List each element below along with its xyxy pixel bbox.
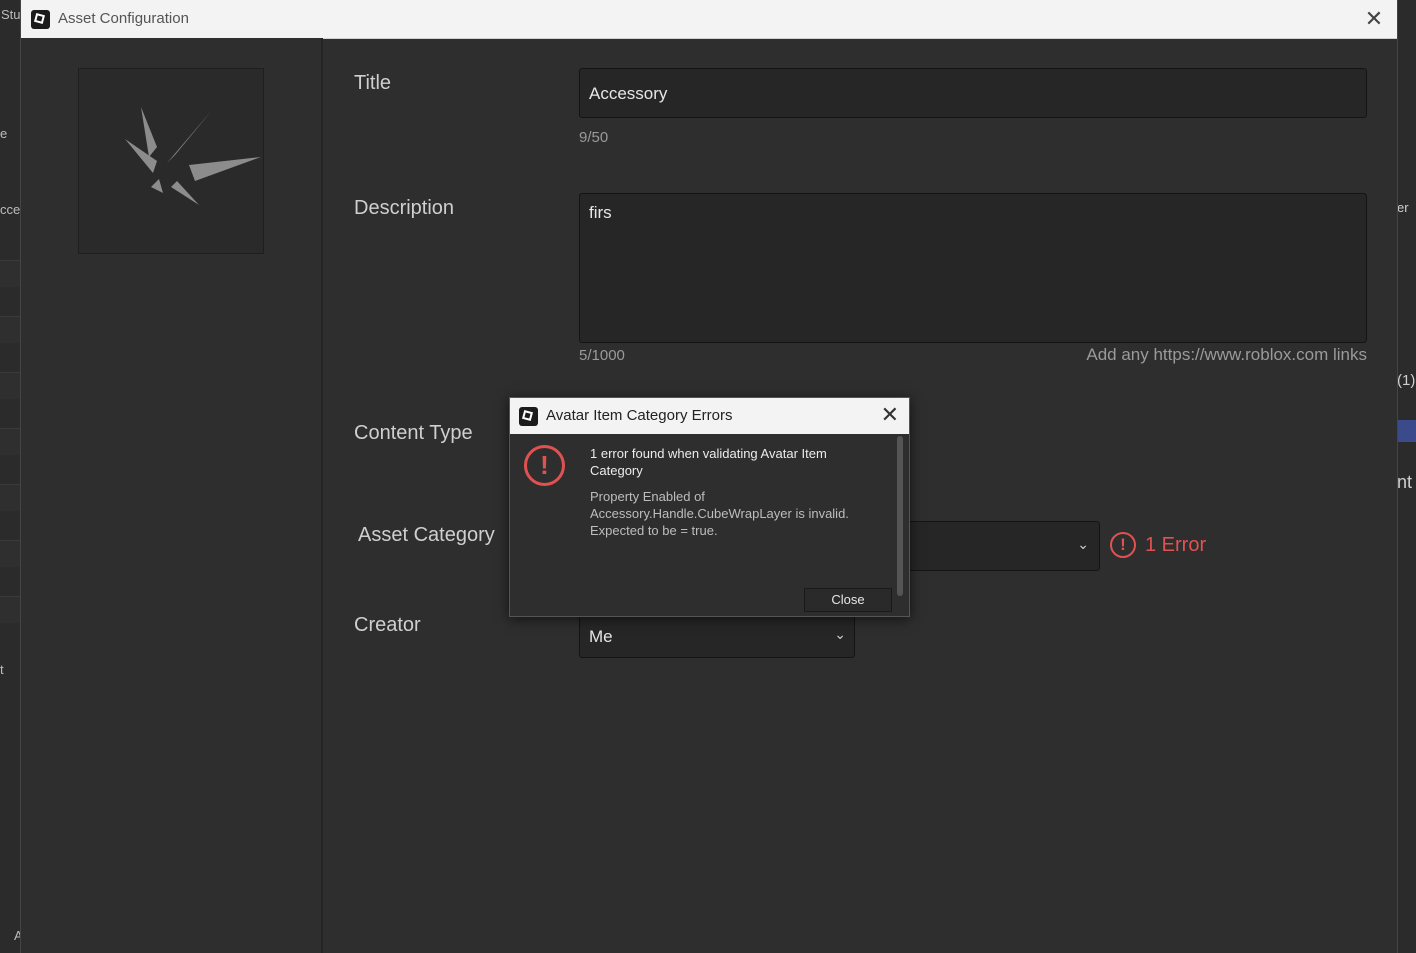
roblox-studio-icon xyxy=(31,10,50,29)
description-hint: Add any https://www.roblox.com links xyxy=(1086,345,1367,364)
bg-fragment: e xyxy=(0,126,8,141)
error-circle-icon: ! xyxy=(1110,532,1136,558)
thumbnail-pane xyxy=(21,38,323,953)
dialog-heading: 1 error found when validating Avatar Ite… xyxy=(590,446,827,478)
bg-row xyxy=(0,484,22,511)
dialog-scrollbar[interactable] xyxy=(897,436,903,596)
creator-dropdown[interactable]: Me ⌄ xyxy=(579,613,855,658)
title-label: Title xyxy=(354,72,392,94)
content-type-label: Content Type xyxy=(354,422,473,444)
bg-row xyxy=(0,540,22,567)
bg-row xyxy=(0,260,22,287)
title-counter: 9/50 xyxy=(579,129,609,146)
creator-label: Creator xyxy=(354,614,421,636)
asset-thumbnail xyxy=(78,68,264,254)
description-textarea[interactable]: firs xyxy=(579,193,1367,343)
bg-selection xyxy=(1397,420,1416,442)
category-errors-dialog: Avatar Item Category Errors ✕ ! 1 error … xyxy=(509,397,910,617)
bg-fragment: t xyxy=(0,662,4,677)
roblox-studio-icon xyxy=(519,407,538,426)
close-button[interactable]: Close xyxy=(804,588,892,612)
dialog-titlebar: Avatar Item Category Errors ✕ xyxy=(510,398,909,434)
bg-fragment: (1) xyxy=(1397,372,1416,389)
description-counter: 5/1000 xyxy=(579,347,625,364)
bg-fragment: Stu xyxy=(1,7,21,22)
error-count-text: 1 Error xyxy=(1145,533,1207,556)
dialog-message: Property Enabled of Accessory.Handle.Cub… xyxy=(590,489,849,538)
bg-row xyxy=(0,316,22,343)
dialog-close-icon[interactable]: ✕ xyxy=(881,403,899,427)
window-titlebar: Asset Configuration ✕ xyxy=(21,0,1397,39)
window-title: Asset Configuration xyxy=(58,10,189,27)
dialog-body: ! 1 error found when validating Avatar I… xyxy=(510,434,909,616)
bg-row xyxy=(0,372,22,399)
asset-category-error-badge[interactable]: ! 1 Error xyxy=(1110,532,1206,558)
bg-fragment: nt xyxy=(1397,472,1413,492)
creator-value: Me xyxy=(589,627,613,646)
bg-fragment: er xyxy=(1397,200,1409,215)
error-circle-icon: ! xyxy=(524,445,565,486)
chevron-down-icon: ⌄ xyxy=(834,626,846,642)
bg-row xyxy=(0,596,22,623)
window-close-icon[interactable]: ✕ xyxy=(1361,6,1387,32)
accessory-preview-icon xyxy=(125,107,261,205)
chevron-down-icon: ⌄ xyxy=(1077,536,1089,552)
description-label: Description xyxy=(354,197,455,219)
bg-row xyxy=(0,428,22,455)
title-input[interactable]: Accessory xyxy=(579,68,1367,118)
asset-category-label: Asset Category xyxy=(358,524,495,546)
background-right-panel: er (1) nt xyxy=(1396,0,1416,953)
dialog-title: Avatar Item Category Errors xyxy=(546,407,733,424)
